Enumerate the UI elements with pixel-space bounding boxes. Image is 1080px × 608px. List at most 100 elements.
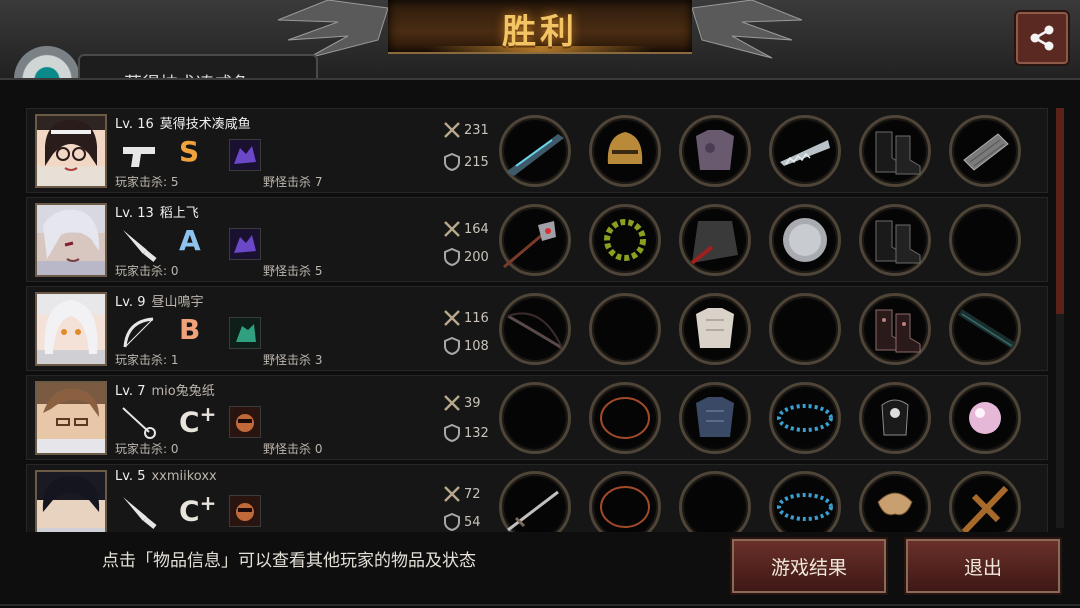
- item-slot[interactable]: [679, 382, 751, 454]
- red-mask-icon[interactable]: [229, 495, 261, 527]
- item-slot[interactable]: [859, 471, 931, 532]
- item-slot[interactable]: [769, 382, 841, 454]
- player-level-name: Lv. 9 昼山鳴宇: [115, 295, 204, 310]
- player-kills: 玩家击杀: 0: [115, 442, 179, 456]
- item-slot[interactable]: [769, 471, 841, 532]
- share-icon: [1030, 25, 1054, 51]
- player-level-name: Lv. 5 xxmiikoxx: [115, 469, 217, 484]
- dark-coat-icon: [690, 221, 738, 265]
- hint-text: 点击「物品信息」可以查看其他玩家的物品及状态: [102, 551, 476, 571]
- bow-icon: [123, 317, 154, 348]
- results-panel: Lv. 16 莫得技术凑咸鱼 S 玩家击杀: 5 野怪击杀 7 231 215 L…: [0, 78, 1080, 606]
- crossed-swords-icon: [444, 221, 460, 237]
- monster-kills: 野怪击杀 0: [263, 442, 323, 456]
- player-row[interactable]: Lv. 13 稻上飞 A 玩家击杀: 0 野怪击杀 5 164 200: [26, 197, 1048, 282]
- item-slot[interactable]: [589, 382, 661, 454]
- item-slot[interactable]: [589, 204, 661, 276]
- share-button[interactable]: [1016, 12, 1068, 64]
- attack-stat: 231: [443, 121, 489, 139]
- player-kills: 玩家击杀: 5: [115, 175, 179, 189]
- avatar[interactable]: [35, 470, 107, 532]
- purple-beast-icon[interactable]: [229, 228, 261, 260]
- item-slot-empty[interactable]: [769, 293, 841, 365]
- mace-icon: [503, 221, 556, 269]
- item-slot[interactable]: [769, 115, 841, 187]
- item-slot[interactable]: [859, 293, 931, 365]
- item-slot[interactable]: [679, 115, 751, 187]
- title-plate: 胜利: [388, 0, 692, 54]
- player-kills: 玩家击杀: 1: [115, 353, 179, 367]
- player-list: Lv. 16 莫得技术凑咸鱼 S 玩家击杀: 5 野怪击杀 7 231 215 L…: [26, 108, 1048, 532]
- grade-badge: C+: [179, 402, 217, 439]
- item-slot[interactable]: [499, 293, 571, 365]
- item-slot[interactable]: [499, 204, 571, 276]
- attack-stat: 39: [443, 394, 481, 412]
- crossed-swords-icon: [444, 310, 460, 326]
- item-slot[interactable]: [499, 115, 571, 187]
- scrollbar-thumb[interactable]: [1056, 108, 1064, 314]
- crossed-swords-icon: [444, 486, 460, 502]
- item-slot[interactable]: [859, 115, 931, 187]
- silver-disc-icon: [783, 218, 827, 262]
- item-slot[interactable]: [949, 293, 1021, 365]
- item-slot-empty[interactable]: [589, 293, 661, 365]
- player-level-name: Lv. 7 mio兔兔纸: [115, 384, 215, 399]
- player-row[interactable]: Lv. 7 mio兔兔纸 C+ 玩家击杀: 0 野怪击杀 0 39 132: [26, 375, 1048, 460]
- shield-icon: [444, 513, 460, 531]
- monster-kills: 野怪击杀 5: [263, 264, 323, 278]
- item-slot[interactable]: [859, 204, 931, 276]
- item-slot[interactable]: [949, 115, 1021, 187]
- player-name: 稻上飞: [159, 206, 199, 221]
- defense-stat: 200: [443, 248, 489, 266]
- player-kills: 玩家击杀: 0: [115, 264, 179, 278]
- monster-kills: 野怪击杀 7: [263, 175, 323, 189]
- item-slot[interactable]: [499, 471, 571, 532]
- player-name: xxmiikoxx: [151, 469, 217, 484]
- green-creature-icon[interactable]: [229, 317, 261, 349]
- player-row[interactable]: Lv. 5 xxmiikoxx C+ 72 54: [26, 464, 1048, 532]
- player-row[interactable]: Lv. 16 莫得技术凑咸鱼 S 玩家击杀: 5 野怪击杀 7 231 215: [26, 108, 1048, 193]
- item-slot[interactable]: [949, 471, 1021, 532]
- purple-beast-icon[interactable]: [229, 139, 261, 171]
- item-slot[interactable]: [769, 204, 841, 276]
- game-result-button[interactable]: 游戏结果: [732, 539, 886, 593]
- list-scrollbar[interactable]: [1056, 108, 1064, 528]
- avatar[interactable]: [35, 203, 107, 277]
- item-slot[interactable]: [679, 204, 751, 276]
- thin-bracelet-icon: [600, 397, 650, 439]
- combat-boots-icon: [875, 220, 921, 264]
- defense-stat: 132: [443, 424, 489, 442]
- defense-stat: 108: [443, 337, 489, 355]
- right-wing-ornament: [692, 0, 803, 59]
- item-slot-empty[interactable]: [679, 471, 751, 532]
- red-mask-icon[interactable]: [229, 406, 261, 438]
- page-title: 胜利: [502, 12, 578, 52]
- grade-badge: S: [179, 135, 200, 168]
- rapier-icon: [122, 407, 156, 439]
- avatar[interactable]: [35, 292, 107, 366]
- item-slot[interactable]: [679, 293, 751, 365]
- thin-bracelet-icon: [600, 486, 650, 528]
- shield-icon: [444, 424, 460, 442]
- item-slot[interactable]: [949, 382, 1021, 454]
- item-slot[interactable]: [589, 471, 661, 532]
- knife-icon: [123, 497, 157, 529]
- item-slot[interactable]: [589, 115, 661, 187]
- exit-button[interactable]: 退出: [906, 539, 1060, 593]
- avatar[interactable]: [35, 381, 107, 455]
- attack-stat: 72: [443, 485, 481, 503]
- item-slot[interactable]: [859, 382, 931, 454]
- grade-badge: C+: [179, 491, 217, 528]
- wooden-cross-icon: [961, 485, 1009, 532]
- pink-pearl-icon: [969, 402, 1001, 434]
- item-slot-empty[interactable]: [499, 382, 571, 454]
- energy-rifle-icon: [506, 134, 564, 176]
- item-slot-empty[interactable]: [949, 204, 1021, 276]
- gold-helmet-icon: [607, 132, 643, 164]
- shield-icon: [444, 153, 460, 171]
- purple-armor-icon: [696, 130, 734, 170]
- longbow-icon: [507, 312, 563, 350]
- avatar[interactable]: [35, 114, 107, 188]
- player-row[interactable]: Lv. 9 昼山鳴宇 B 玩家击杀: 1 野怪击杀 3 116 108: [26, 286, 1048, 371]
- player-name: 莫得技术凑咸鱼: [159, 117, 251, 132]
